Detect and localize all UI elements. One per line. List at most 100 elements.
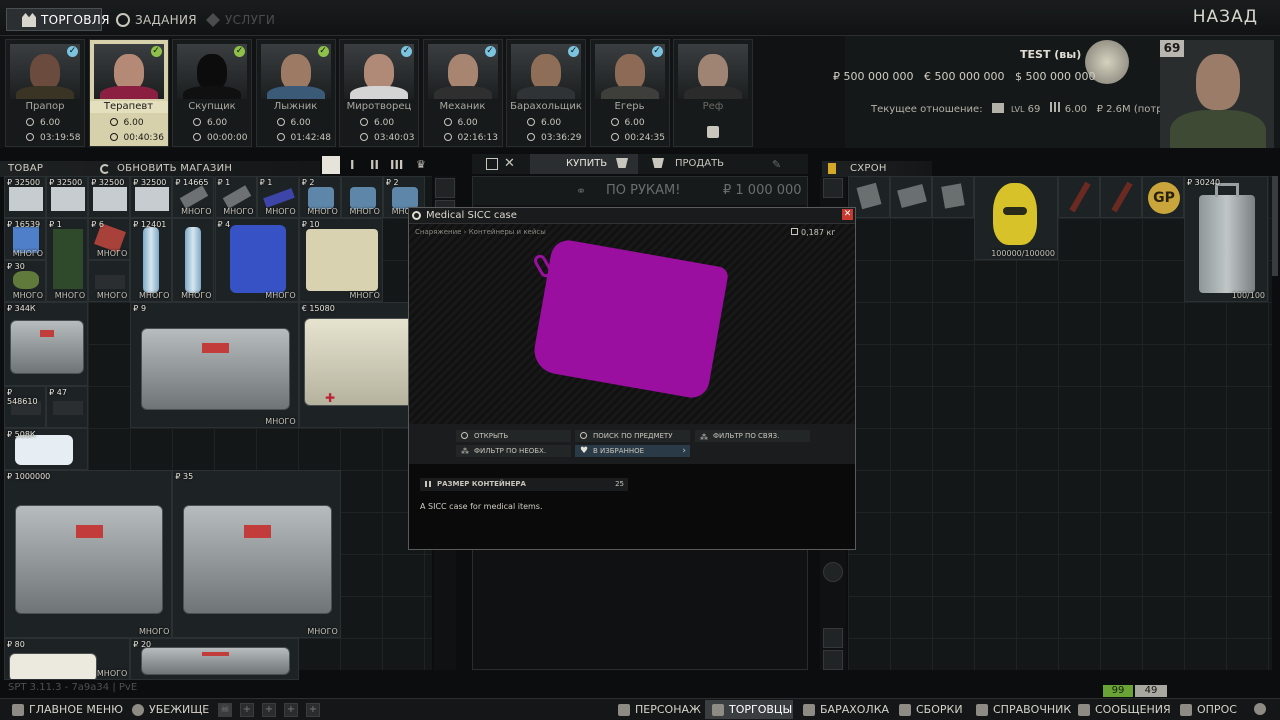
pin-icon[interactable] xyxy=(823,628,843,648)
trader-card[interactable]: Егерь ✓ 6.00 00:24:35 xyxy=(589,39,670,147)
tab-trading[interactable]: ТОРГОВЛЯ xyxy=(22,9,110,31)
hideout-button[interactable]: УБЕЖИЩЕ xyxy=(132,703,209,716)
column-view-1-icon[interactable]: I xyxy=(350,158,354,172)
shop-item-whitecase[interactable]: ₽ 80 МНОГО xyxy=(4,638,131,680)
search-by-item-action[interactable]: ПОИСК ПО ПРЕДМЕТУ xyxy=(575,430,690,442)
clock-icon xyxy=(527,133,535,141)
traders-button[interactable]: ТОРГОВЦЫ xyxy=(712,703,792,716)
skull-slot[interactable]: ☠ xyxy=(218,703,232,717)
trader-card[interactable]: Скупщик ✓ 6.00 00:00:00 xyxy=(172,39,252,147)
shop-item-case[interactable]: ₽ 9 МНОГО xyxy=(130,302,299,428)
deal-label: ПО РУКАМ! xyxy=(606,183,681,198)
shop-item-can[interactable]: МНОГО xyxy=(340,176,383,218)
shop-item-herb[interactable]: ₽ 30 МНОГО xyxy=(4,260,47,302)
shop-item-dark[interactable]: ₽ 548610 xyxy=(4,386,47,428)
filter-linked-action[interactable]: ⁂ ФИЛЬТР ПО СВЯЗ. xyxy=(695,430,810,442)
shop-item-map[interactable]: ₽ 32500 xyxy=(88,176,131,218)
close-button[interactable]: ✕ xyxy=(842,209,853,220)
trader-card[interactable]: Лыжник ✓ 6.00 01:42:48 xyxy=(255,39,336,147)
select-all-icon[interactable] xyxy=(486,158,498,170)
shop-item-case[interactable]: ₽ 20 xyxy=(130,638,299,680)
main-menu-label: ГЛАВНОЕ МЕНЮ xyxy=(29,703,124,716)
check-icon: ✓ xyxy=(150,46,162,57)
handbook-button[interactable]: СПРАВОЧНИК xyxy=(976,703,1071,716)
shop-item-case[interactable]: ₽ 344К xyxy=(4,302,89,386)
trader-card[interactable]: Механик ✓ 6.00 02:16:13 xyxy=(422,39,503,147)
empty-slot-1[interactable]: + xyxy=(240,703,254,717)
cart-icon xyxy=(616,158,628,168)
trader-card[interactable]: Барахольщик ✓ 6.00 03:36:29 xyxy=(506,39,586,147)
shop-item-can[interactable]: ₽ 2 МНОГО xyxy=(298,176,341,218)
tab-quests[interactable]: ЗАДАНИЯ xyxy=(116,9,197,31)
tab-services-label: УСЛУГИ xyxy=(225,13,276,27)
refresh-shop-button[interactable]: ОБНОВИТЬ МАГАЗИН xyxy=(117,161,232,177)
item-price: ₽ 1 xyxy=(217,178,231,187)
stash-scrollbar[interactable] xyxy=(1272,176,1278,276)
shop-item-bottle[interactable]: ₽ 12401 МНОГО xyxy=(130,218,173,302)
item-price: ₽ 4 xyxy=(217,220,231,229)
shop-item-bar[interactable]: ₽ 14665 МНОГО xyxy=(172,176,215,218)
empty-slot-2[interactable]: + xyxy=(262,703,276,717)
shop-item-jerry[interactable]: ₽ 4 МНОГО xyxy=(214,218,299,302)
shop-item-bottle[interactable]: МНОГО xyxy=(172,218,215,302)
survey-button[interactable]: ОПРОС xyxy=(1180,703,1237,716)
shop-item-case[interactable]: ₽ 1000000 МНОГО xyxy=(4,470,173,638)
bottom-nav: ГЛАВНОЕ МЕНЮ УБЕЖИЩЕ ☠ + + + + ПЕРСОНАЖ … xyxy=(0,698,1280,720)
shop-item-map[interactable]: ₽ 32500 xyxy=(4,176,47,218)
flea-market-button[interactable]: БАРАХОЛКА xyxy=(803,703,889,716)
stash-item-gun-part-2[interactable] xyxy=(890,176,932,218)
crown-icon[interactable]: ♛ xyxy=(416,158,426,171)
view-toggles: I II III ♛ xyxy=(322,156,432,174)
shop-item-case[interactable]: ₽ 35 МНОГО xyxy=(172,470,341,638)
column-view-2-icon[interactable]: II xyxy=(370,158,379,172)
shop-item-crate[interactable]: ₽ 10 МНОГО xyxy=(298,218,383,302)
filter-required-action[interactable]: ⁂ ФИЛЬТР ПО НЕОБХ. xyxy=(456,445,571,457)
builds-button[interactable]: СБОРКИ xyxy=(899,703,963,716)
item-stock: МНОГО xyxy=(349,291,380,300)
stash-item-ammo-2[interactable] xyxy=(1100,176,1142,218)
shop-filter-icon[interactable] xyxy=(435,178,455,198)
stash-item-balaclava[interactable]: 100000/100000 xyxy=(974,176,1058,260)
tab-services[interactable]: УСЛУГИ xyxy=(206,9,275,31)
cross-arrows-icon[interactable]: ✕ xyxy=(504,156,515,171)
shop-item-map[interactable]: ₽ 32500 xyxy=(130,176,173,218)
shop-item-bar[interactable]: ₽ 1 МНОГО xyxy=(214,176,257,218)
add-to-favorites-action[interactable]: ♥ В ИЗБРАННОЕ › xyxy=(575,445,690,457)
stash-item-gun-part-3[interactable] xyxy=(932,176,974,218)
trader-card[interactable]: Миротворец ✓ 6.00 03:40:03 xyxy=(339,39,419,147)
settings-button[interactable] xyxy=(1254,703,1266,715)
shop-item-dark[interactable]: МНОГО xyxy=(88,260,131,302)
stash-check-icon[interactable] xyxy=(823,562,843,582)
sell-tab[interactable]: ПРОДАТЬ xyxy=(648,154,768,174)
shop-item-pack[interactable]: ₽ 16539 МНОГО xyxy=(4,218,47,260)
stash-item-gp-coin[interactable]: GP xyxy=(1142,176,1184,218)
back-button[interactable]: НАЗАД xyxy=(1193,7,1258,27)
deal-button[interactable]: ⚭ ПО РУКАМ! ₽ 1 000 000 xyxy=(473,177,807,205)
shop-item-pouch[interactable]: ₽ 508К xyxy=(4,428,89,470)
grid-view-icon[interactable] xyxy=(322,156,340,174)
stash-grid-icon[interactable] xyxy=(823,178,843,198)
shop-item-map[interactable]: ₽ 32500 xyxy=(46,176,89,218)
main-menu-button[interactable]: ГЛАВНОЕ МЕНЮ xyxy=(12,703,123,716)
empty-slot-3[interactable]: + xyxy=(284,703,298,717)
shop-item-red[interactable]: ₽ 6 МНОГО xyxy=(88,218,131,260)
empty-slot-4[interactable]: + xyxy=(306,703,320,717)
lock-icon[interactable] xyxy=(823,650,843,670)
buy-tab[interactable]: КУПИТЬ xyxy=(530,154,638,174)
column-view-3-icon[interactable]: III xyxy=(390,158,403,172)
messages-button[interactable]: СООБЩЕНИЯ xyxy=(1078,703,1171,716)
stash-item-ammo[interactable] xyxy=(1058,176,1100,218)
hideout-label: УБЕЖИЩЕ xyxy=(149,703,210,716)
shop-item-dark[interactable]: ₽ 47 xyxy=(46,386,89,428)
eraser-icon[interactable]: ✎ xyxy=(772,158,781,171)
modal-title-bar[interactable]: Medical SICC case xyxy=(409,208,855,224)
shop-item-green[interactable]: ₽ 1 МНОГО xyxy=(46,218,89,302)
trader-card[interactable]: Терапевт ✓ 6.00 00:40:36 xyxy=(88,39,169,147)
character-button[interactable]: ПЕРСОНАЖ xyxy=(618,703,701,716)
trader-card[interactable]: Реф xyxy=(673,39,753,147)
stash-item-fuel-canister[interactable]: ₽ 30240 100/100 xyxy=(1184,176,1268,302)
trader-card[interactable]: Прапор ✓ 6.00 03:19:58 xyxy=(5,39,85,147)
shop-item-medcase[interactable]: ✚ € 15080 xyxy=(298,302,425,428)
open-action[interactable]: ОТКРЫТЬ xyxy=(456,430,571,442)
shop-item-candy[interactable]: ₽ 1 МНОГО xyxy=(256,176,299,218)
